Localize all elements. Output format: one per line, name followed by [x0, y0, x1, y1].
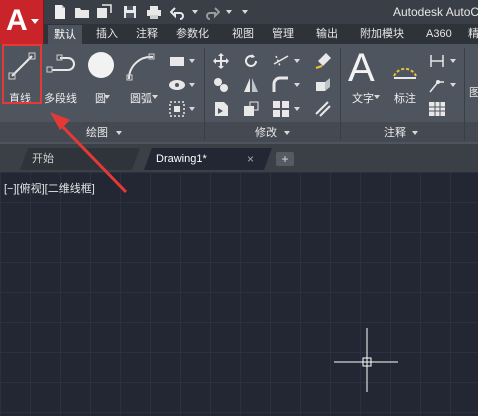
- erase-tool-icon[interactable]: [314, 52, 332, 70]
- arc-dropdown-icon[interactable]: [152, 95, 158, 99]
- arc-tool-icon[interactable]: [126, 52, 156, 82]
- offset-tool-icon[interactable]: [314, 100, 332, 118]
- panel-separator: [464, 48, 465, 140]
- stretch-tool-icon[interactable]: [212, 100, 230, 118]
- open-folder-icon[interactable]: [74, 4, 90, 20]
- rotate-tool-icon[interactable]: [242, 52, 260, 70]
- redo-icon[interactable]: [204, 4, 220, 20]
- trim-tool-icon[interactable]: [272, 52, 290, 70]
- annotation-panel-expand-icon[interactable]: [412, 131, 418, 135]
- autocad-logo-icon: A: [6, 4, 28, 37]
- explode-tool-icon[interactable]: [314, 76, 332, 94]
- line-tool-highlight: [2, 44, 42, 104]
- window-title: Autodesk AutoC: [393, 5, 478, 19]
- tab-a360[interactable]: A360: [426, 24, 452, 44]
- circle-dropdown-icon[interactable]: [104, 95, 110, 99]
- dimension-tool-label[interactable]: 标注: [394, 90, 416, 106]
- polyline-tool-icon[interactable]: [46, 54, 76, 80]
- annotation-panel-title[interactable]: 注释: [384, 124, 406, 142]
- dimension-tool-icon[interactable]: [390, 54, 420, 82]
- tab-insert[interactable]: 插入: [96, 24, 118, 44]
- panel-separator: [340, 48, 341, 140]
- panel-separator: [204, 48, 205, 140]
- layers-panel-edge[interactable]: 图: [469, 84, 478, 100]
- tab-output[interactable]: 输出: [316, 24, 338, 44]
- undo-dropdown-icon[interactable]: [192, 10, 198, 14]
- scale-tool-icon[interactable]: [242, 100, 260, 118]
- print-icon[interactable]: [146, 4, 162, 20]
- boundary-dropdown-icon[interactable]: [189, 107, 195, 111]
- fillet-tool-icon[interactable]: [272, 76, 290, 94]
- array-tool-icon[interactable]: [272, 100, 290, 118]
- move-tool-icon[interactable]: [212, 52, 230, 70]
- application-menu-button[interactable]: A: [0, 0, 44, 44]
- tab-manage[interactable]: 管理: [272, 24, 294, 44]
- text-tool-icon[interactable]: A: [348, 46, 375, 91]
- new-tab-button[interactable]: +: [276, 152, 294, 166]
- tab-addins[interactable]: 附加模块: [360, 24, 404, 44]
- drawing-canvas[interactable]: [−][俯视][二维线框]: [0, 172, 478, 416]
- tab-parametric[interactable]: 参数化: [176, 24, 209, 44]
- rectangle-dropdown-icon[interactable]: [189, 59, 195, 63]
- text-tool-label[interactable]: 文字: [352, 90, 374, 106]
- tab-featured[interactable]: 精: [468, 24, 478, 44]
- hatch-tool-icon[interactable]: [168, 76, 186, 94]
- hatch-dropdown-icon[interactable]: [189, 83, 195, 87]
- circle-tool-icon[interactable]: [86, 50, 116, 80]
- red-arrow-icon: [50, 112, 128, 194]
- modify-panel-title[interactable]: 修改: [255, 124, 277, 142]
- ribbon-tabs: 默认 插入 注释 参数化 视图 管理 输出 附加模块 A360 精: [44, 24, 478, 44]
- linear-dimension-dropdown-icon[interactable]: [450, 59, 456, 63]
- rectangle-tool-icon[interactable]: [168, 52, 186, 70]
- leader-dropdown-icon[interactable]: [450, 83, 456, 87]
- chevron-down-icon: [31, 19, 39, 24]
- modify-panel-expand-icon[interactable]: [284, 131, 290, 135]
- crosshair-cursor-icon: [334, 328, 398, 392]
- table-icon[interactable]: [428, 100, 446, 118]
- save-file-icon[interactable]: [96, 4, 112, 20]
- tab-default[interactable]: 默认: [48, 25, 82, 44]
- leader-icon[interactable]: [428, 76, 446, 94]
- customize-toolbar-icon[interactable]: [242, 10, 248, 14]
- save-icon[interactable]: [122, 4, 138, 20]
- tab-annotate[interactable]: 注释: [136, 24, 158, 44]
- close-icon[interactable]: ×: [247, 148, 254, 170]
- quick-access-toolbar: A Autodesk AutoC: [0, 0, 478, 44]
- linear-dimension-icon[interactable]: [428, 52, 446, 70]
- redo-dropdown-icon[interactable]: [226, 10, 232, 14]
- fillet-dropdown-icon[interactable]: [294, 83, 300, 87]
- array-dropdown-icon[interactable]: [294, 107, 300, 111]
- text-dropdown-icon[interactable]: [374, 95, 380, 99]
- tab-view[interactable]: 视图: [232, 24, 254, 44]
- trim-dropdown-icon[interactable]: [294, 59, 300, 63]
- mirror-tool-icon[interactable]: [242, 76, 260, 94]
- boundary-tool-icon[interactable]: [168, 100, 186, 118]
- new-file-icon[interactable]: [52, 4, 68, 20]
- undo-icon[interactable]: [170, 4, 186, 20]
- copy-tool-icon[interactable]: [212, 76, 230, 94]
